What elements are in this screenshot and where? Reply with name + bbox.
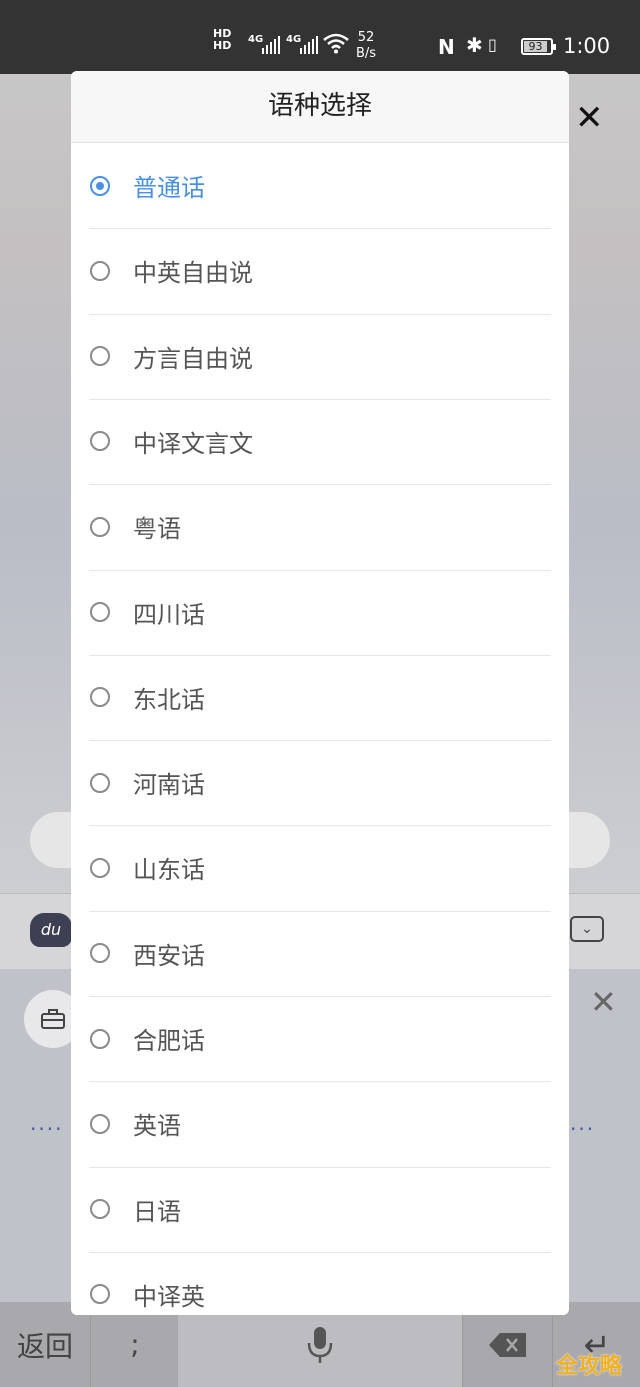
waveform-left-icon: ···· bbox=[30, 1117, 64, 1141]
language-option-label: 山东话 bbox=[133, 856, 205, 885]
language-option-label: 中译英 bbox=[133, 1282, 205, 1311]
language-option-label: 中英自由说 bbox=[133, 259, 253, 288]
language-option-label: 方言自由说 bbox=[133, 344, 253, 373]
language-option[interactable]: 粤语 bbox=[89, 484, 551, 569]
language-option-label: 四川话 bbox=[133, 600, 205, 629]
language-option[interactable]: 日语 bbox=[89, 1167, 551, 1252]
language-option[interactable]: 合肥话 bbox=[89, 996, 551, 1081]
language-option-label: 西安话 bbox=[133, 941, 205, 970]
language-option-label: 日语 bbox=[133, 1197, 181, 1226]
language-option[interactable]: 东北话 bbox=[89, 655, 551, 740]
radio-unchecked-icon[interactable] bbox=[90, 857, 110, 878]
network-type-2: 4G bbox=[286, 34, 302, 45]
language-option[interactable]: 方言自由说 bbox=[89, 314, 551, 399]
waveform-right-icon: ··· bbox=[570, 1117, 596, 1141]
battery-icon: 93 bbox=[521, 38, 556, 55]
language-option[interactable]: 英语 bbox=[89, 1081, 551, 1166]
vibrate-icon: ▯ bbox=[488, 35, 497, 54]
radio-unchecked-icon[interactable] bbox=[90, 431, 110, 452]
language-option-label: 东北话 bbox=[133, 685, 205, 714]
language-option[interactable]: 中译文言文 bbox=[89, 399, 551, 484]
status-bar: HD HD 4G 4G 52 B/s N ✱ ▯ 93 1:00 bbox=[0, 0, 640, 74]
radio-unchecked-icon[interactable] bbox=[90, 516, 110, 537]
nfc-icon: N bbox=[438, 35, 455, 59]
language-option-label: 中译文言文 bbox=[133, 429, 253, 458]
language-option-label: 英语 bbox=[133, 1112, 181, 1141]
radio-unchecked-icon[interactable] bbox=[90, 1113, 110, 1134]
language-option[interactable]: 西安话 bbox=[89, 911, 551, 996]
bluetooth-icon: ✱ bbox=[466, 33, 483, 57]
radio-unchecked-icon[interactable] bbox=[90, 772, 110, 793]
hd-indicator: HD HD bbox=[213, 27, 232, 52]
network-speed: 52 B/s bbox=[356, 30, 377, 61]
language-option-label: 普通话 bbox=[133, 174, 205, 202]
wifi-icon bbox=[323, 33, 349, 54]
clock: 1:00 bbox=[563, 34, 611, 58]
language-option[interactable]: 中英自由说 bbox=[89, 228, 551, 313]
language-option[interactable]: 山东话 bbox=[89, 825, 551, 910]
dialog-title: 语种选择 bbox=[71, 71, 569, 143]
language-option[interactable]: 普通话 bbox=[89, 143, 551, 228]
signal-icon-2 bbox=[300, 36, 318, 54]
language-option[interactable]: 河南话 bbox=[89, 740, 551, 825]
network-type-1: 4G bbox=[248, 34, 264, 45]
radio-unchecked-icon[interactable] bbox=[90, 260, 110, 281]
language-option-label: 河南话 bbox=[133, 771, 205, 800]
battery-level: 93 bbox=[524, 41, 547, 52]
radio-checked-icon[interactable] bbox=[90, 175, 110, 196]
chevron-down-icon[interactable]: ⌄ bbox=[570, 916, 604, 942]
panel-close-icon[interactable]: ✕ bbox=[590, 983, 617, 1021]
language-option[interactable]: 中译英 bbox=[89, 1252, 551, 1315]
language-option-label: 粤语 bbox=[133, 515, 181, 544]
close-icon[interactable]: ✕ bbox=[575, 98, 604, 138]
radio-unchecked-icon[interactable] bbox=[90, 1028, 110, 1049]
radio-unchecked-icon[interactable] bbox=[90, 602, 110, 622]
radio-unchecked-icon[interactable] bbox=[90, 1284, 110, 1305]
baidu-logo-icon[interactable]: du bbox=[30, 913, 72, 947]
language-option-label: 合肥话 bbox=[133, 1027, 205, 1055]
watermark: 全攻略 bbox=[556, 1354, 623, 1379]
language-select-dialog: 语种选择 普通话中英自由说方言自由说中译文言文粤语四川话东北话河南话山东话西安话… bbox=[71, 71, 569, 1315]
signal-icon bbox=[262, 36, 280, 54]
radio-unchecked-icon[interactable] bbox=[90, 943, 110, 964]
language-option[interactable]: 四川话 bbox=[89, 570, 551, 655]
radio-unchecked-icon[interactable] bbox=[90, 346, 110, 367]
radio-unchecked-icon[interactable] bbox=[90, 1199, 110, 1220]
radio-unchecked-icon[interactable] bbox=[90, 687, 110, 708]
